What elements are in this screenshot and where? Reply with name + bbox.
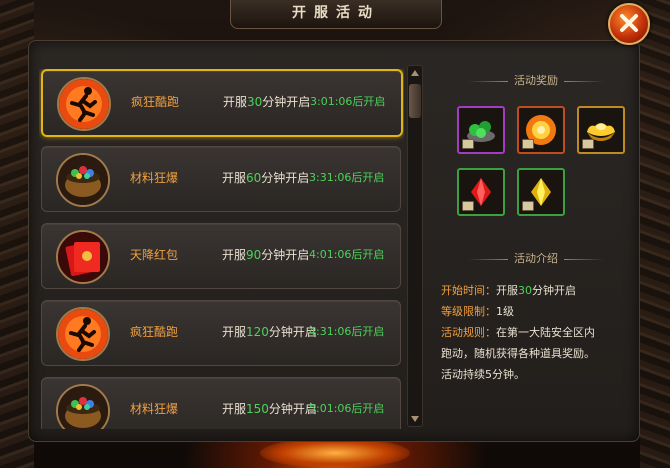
title-bar: 开服活动	[230, 0, 442, 29]
lock-icon	[522, 139, 534, 149]
start-time-minutes: 30	[518, 284, 532, 297]
open-time-prefix: 开服	[222, 325, 247, 339]
activity-name: 天降红包	[130, 248, 179, 262]
treasure-pot-icon	[56, 384, 110, 429]
reward-slot[interactable]	[457, 106, 505, 154]
open-time-minutes: 120	[246, 325, 269, 339]
open-time-suffix: 分钟开启	[261, 248, 310, 262]
close-button[interactable]	[608, 3, 650, 45]
lava-glow	[260, 438, 410, 468]
activity-row[interactable]: 疯狂酷跑 开服120分钟开启 4:31:06后开启	[41, 300, 401, 366]
rewards-heading: 活动奖励	[441, 72, 631, 88]
rules-text-1: 在第一大陆安全区内	[496, 326, 595, 339]
running-man-icon	[56, 307, 110, 361]
activity-countdown: 3:01:06后开启	[310, 95, 386, 108]
activity-countdown: 4:31:06后开启	[309, 325, 385, 338]
activity-list: 疯狂酷跑 开服30分钟开启 3:01:06后开启 材料狂爆 开服60分钟开启 3:31:0…	[39, 69, 404, 429]
open-time-minutes: 90	[246, 248, 262, 262]
scroll-down-arrow[interactable]	[411, 416, 419, 422]
open-time-prefix: 开服	[222, 171, 247, 185]
activity-open-time: 开服90分钟开启	[222, 246, 309, 263]
activity-window: 开服活动 疯狂酷跑 开服30分钟开启 3:01:06后开启 材料狂爆 开服60分钟开启 3…	[0, 0, 670, 468]
activity-name: 疯狂酷跑	[130, 325, 179, 339]
open-time-prefix: 开服	[223, 95, 248, 109]
intro-heading-text: 活动介绍	[514, 252, 558, 265]
start-time-suffix: 分钟开启	[532, 284, 576, 297]
main-panel: 疯狂酷跑 开服30分钟开启 3:01:06后开启 材料狂爆 开服60分钟开启 3:31:0…	[28, 40, 640, 442]
lock-icon	[462, 139, 474, 149]
open-time-suffix: 分钟开启	[261, 171, 310, 185]
open-time-minutes: 30	[247, 95, 263, 109]
activity-name: 疯狂酷跑	[131, 95, 180, 109]
activity-countdown: 3:31:06后开启	[309, 171, 385, 184]
activity-open-time: 开服120分钟开启	[222, 323, 317, 340]
reward-slot[interactable]	[517, 168, 565, 216]
lock-icon	[522, 201, 534, 211]
reward-slot[interactable]	[457, 168, 505, 216]
window-title: 开服活动	[292, 5, 380, 21]
activity-row[interactable]: 疯狂酷跑 开服30分钟开启 3:01:06后开启	[41, 69, 403, 137]
level-limit-label: 等级限制：	[441, 305, 496, 318]
open-time-prefix: 开服	[222, 402, 247, 416]
lock-icon	[462, 201, 474, 211]
open-time-suffix: 分钟开启	[262, 95, 311, 109]
open-time-minutes: 150	[246, 402, 269, 416]
activity-row[interactable]: 天降红包 开服90分钟开启 4:01:06后开启	[41, 223, 401, 289]
level-limit-line: 等级限制：1级	[441, 301, 631, 322]
start-time-label: 开始时间：	[441, 284, 496, 297]
activity-name: 材料狂爆	[130, 402, 179, 416]
rules-text-2: 跑动，随机获得各种道具奖励。	[441, 347, 595, 360]
activity-countdown: 4:01:06后开启	[309, 248, 385, 261]
rewards-heading-text: 活动奖励	[514, 74, 558, 87]
red-envelope-icon	[56, 230, 110, 284]
detail-panel: 活动奖励 活动介绍 开始时间：开服30分钟开启 等级限制：1级 活动规则：在第一…	[441, 66, 631, 426]
activity-row[interactable]: 材料狂爆 开服150分钟开启 5:01:06后开启	[41, 377, 401, 429]
open-time-prefix: 开服	[222, 248, 247, 262]
intro-heading: 活动介绍	[441, 250, 631, 266]
level-limit-value: 1级	[496, 305, 514, 318]
treasure-pot-icon	[56, 153, 110, 207]
rules-text-3: 活动持续5分钟。	[441, 368, 525, 381]
running-man-icon	[57, 77, 111, 131]
close-icon	[620, 14, 638, 32]
activity-open-time: 开服60分钟开启	[222, 169, 309, 186]
intro-text: 开始时间：开服30分钟开启 等级限制：1级 活动规则：在第一大陆安全区内 跑动，…	[441, 280, 631, 385]
activity-list-scrollbar[interactable]	[407, 65, 423, 427]
lock-icon	[582, 139, 594, 149]
activity-open-time: 开服150分钟开启	[222, 400, 317, 417]
activity-row[interactable]: 材料狂爆 开服60分钟开启 3:31:06后开启	[41, 146, 401, 212]
rules-label: 活动规则：	[441, 326, 496, 339]
scroll-thumb[interactable]	[409, 84, 421, 118]
activity-open-time: 开服30分钟开启	[223, 93, 310, 110]
rules-line: 活动规则：在第一大陆安全区内	[441, 322, 631, 343]
activity-name: 材料狂爆	[130, 171, 179, 185]
reward-slot[interactable]	[517, 106, 565, 154]
start-time-prefix: 开服	[496, 284, 518, 297]
start-time-line: 开始时间：开服30分钟开启	[441, 280, 631, 301]
activity-countdown: 5:01:06后开启	[309, 402, 385, 415]
open-time-minutes: 60	[246, 171, 262, 185]
reward-slot[interactable]	[577, 106, 625, 154]
scroll-up-arrow[interactable]	[411, 70, 419, 76]
